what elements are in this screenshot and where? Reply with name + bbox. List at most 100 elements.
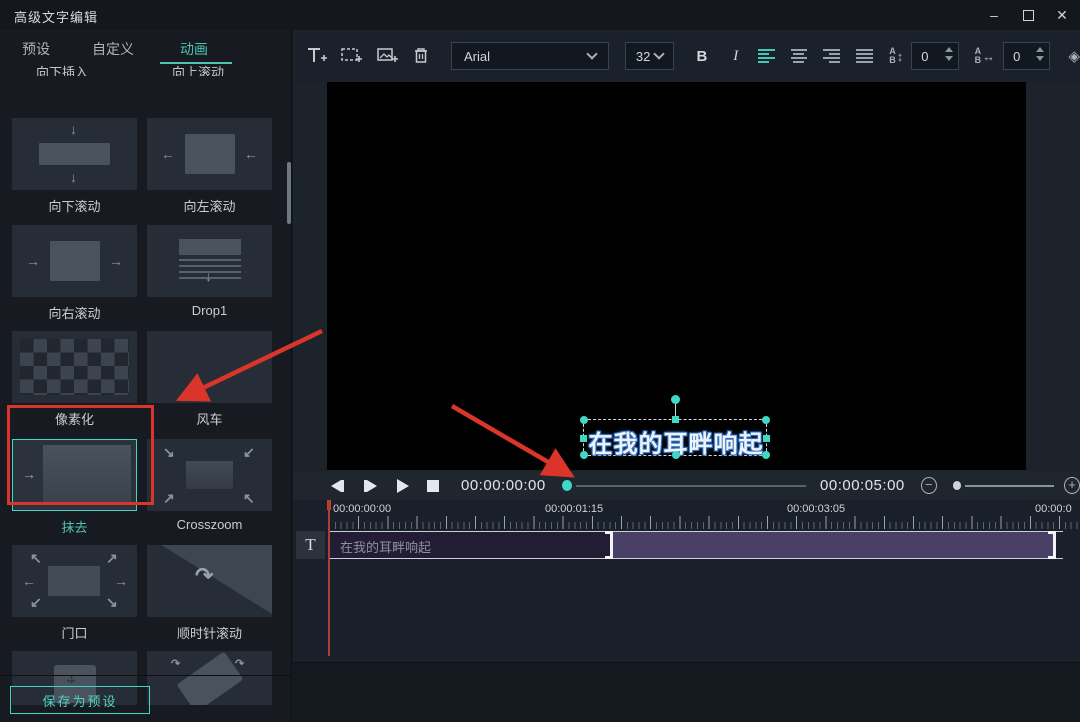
preset-doorway[interactable]: ↖ ↗ ← → ↙ ↘ 门口 — [12, 545, 137, 642]
preset-scroll-left[interactable]: ← ← 向左滚动 — [147, 118, 272, 215]
clip-trim-handle-mid[interactable] — [605, 531, 613, 559]
playhead-line[interactable] — [328, 500, 330, 656]
zoom-in-button[interactable]: + — [1064, 477, 1080, 494]
font-size-value: 32 — [636, 49, 650, 64]
preset-label: 顺时针滚动 — [147, 623, 272, 642]
tab-preset[interactable]: 预设 — [22, 39, 50, 59]
next-frame-button[interactable] — [364, 480, 377, 492]
wipe-arrow-icon: → — [12, 439, 137, 511]
tab-custom[interactable]: 自定义 — [92, 39, 134, 59]
timeline: 00:00:00:00 00:00:01:15 00:00:03:05 00:0… — [293, 500, 1080, 662]
ruler-label: 00:00:00:00 — [333, 503, 391, 515]
font-family-value: Arial — [464, 49, 490, 64]
text-clip[interactable]: 在我的耳畔响起 — [330, 531, 1063, 559]
panel-divider — [0, 675, 292, 676]
chevron-down-icon — [586, 48, 597, 59]
add-text-button[interactable] — [307, 47, 327, 65]
clip-trim-handle-end[interactable] — [1048, 531, 1056, 559]
italic-button[interactable]: I — [730, 48, 742, 65]
animation-preset-grid: ↓ ↓ 向下滚动 ← ← 向左滚动 → → — [0, 76, 286, 705]
main-area: Arial 32 B I AB ↕ 0 AB ↔ — [293, 30, 1080, 722]
letter-spacing-input[interactable]: 0 — [1003, 42, 1050, 70]
tab-animation[interactable]: 动画 — [180, 39, 208, 59]
playback-bar: 00:00:00:00 00:00:05:00 − + — [293, 471, 1080, 500]
previous-frame-button[interactable] — [331, 480, 344, 492]
arrow-right-icon: → — [109, 254, 123, 268]
rotate-handle[interactable] — [671, 395, 680, 404]
preset-drop1[interactable]: ↓ Drop1 — [147, 225, 272, 318]
arrow-down-icon: ↓ — [205, 269, 212, 283]
align-center-button[interactable] — [791, 49, 808, 63]
preset-crosszoom[interactable]: ↘ ↙ ↗ ↖ Crosszoom — [147, 439, 272, 532]
font-size-select[interactable]: 32 — [625, 42, 674, 70]
resize-handle-e[interactable] — [763, 435, 770, 442]
arrow-ne-icon: ↗ — [106, 551, 118, 565]
keyframe-diamond-icon[interactable]: ◈ — [1068, 47, 1080, 65]
timeline-ruler[interactable] — [329, 516, 1080, 529]
chevron-down-icon — [653, 48, 664, 59]
track-label: T — [305, 535, 315, 555]
arrow-vertical-icon: ↕ — [68, 671, 75, 685]
drop-lines-icon: ↓ — [147, 225, 272, 297]
spinner-arrows[interactable] — [945, 47, 953, 61]
preset-wipe-selected[interactable]: → 抹去 — [12, 439, 137, 536]
arrow-sw-icon: ↙ — [243, 445, 255, 459]
clip-label: 在我的耳畔响起 — [340, 537, 431, 556]
preset-rotate[interactable]: ↷ ↷ — [147, 651, 272, 705]
resize-handle-nw[interactable] — [580, 416, 588, 424]
arrow-left-icon: ← — [22, 574, 36, 588]
preset-label: Crosszoom — [147, 517, 272, 532]
preset-scroll-right[interactable]: → → 向右滚动 — [12, 225, 137, 322]
preset-label: 门口 — [12, 623, 137, 642]
timeline-zoom-thumb[interactable] — [953, 481, 961, 490]
doorway-icon: ↖ ↗ ← → ↙ ↘ — [12, 545, 137, 617]
progress-slider-thumb[interactable] — [562, 480, 572, 491]
align-left-button[interactable] — [758, 49, 775, 63]
text-selection-box[interactable]: 在我的耳畔响起 — [583, 419, 767, 456]
arrow-nw-icon: ↖ — [30, 551, 42, 565]
panel-scrollbar[interactable] — [287, 162, 291, 224]
resize-handle-w[interactable] — [580, 435, 587, 442]
resize-handle-s[interactable] — [672, 451, 680, 459]
align-justify-button[interactable] — [856, 49, 873, 63]
line-spacing-input[interactable]: 0 — [911, 42, 958, 70]
text-toolbar: Arial 32 B I AB ↕ 0 AB ↔ — [293, 30, 1080, 82]
font-family-select[interactable]: Arial — [451, 42, 609, 70]
clipped-label-left: 向下插入 — [36, 62, 88, 76]
arrow-down-icon: ↓ — [70, 170, 77, 184]
arrow-right-icon: → — [114, 574, 128, 588]
align-right-button[interactable] — [823, 49, 840, 63]
preset-clockwise-scroll[interactable]: ↷ 顺时针滚动 — [147, 545, 272, 642]
preset-scroll-down[interactable]: ↓ ↓ 向下滚动 — [12, 118, 137, 215]
text-track-header[interactable]: T — [296, 531, 325, 559]
save-as-preset-button[interactable]: 保存为预设 — [10, 686, 150, 714]
arrow-ne-icon: ↗ — [163, 491, 175, 505]
clip-animation-region: 在我的耳畔响起 — [330, 532, 612, 558]
video-canvas[interactable]: 在我的耳畔响起 — [327, 82, 1026, 470]
resize-handle-n[interactable] — [672, 416, 679, 423]
resize-handle-se[interactable] — [762, 451, 770, 459]
stop-button[interactable] — [427, 480, 439, 492]
ruler-label: 00:00:0 — [1035, 503, 1072, 515]
close-button[interactable]: ✕ — [1054, 7, 1070, 23]
delete-trash-button[interactable] — [413, 47, 429, 65]
play-button[interactable] — [397, 479, 409, 493]
bold-button[interactable]: B — [696, 48, 708, 65]
timeline-zoom-track[interactable] — [965, 485, 1054, 487]
arrow-right-icon: → — [22, 467, 36, 481]
resize-handle-ne[interactable] — [762, 416, 770, 424]
add-image-button[interactable] — [377, 47, 399, 65]
preset-pixelate[interactable]: 像素化 — [12, 331, 137, 428]
line-spacing-value: 0 — [921, 49, 928, 64]
resize-handle-sw[interactable] — [580, 451, 588, 459]
preset-pinwheel[interactable]: 风车 — [147, 331, 272, 428]
minimize-button[interactable]: – — [986, 7, 1002, 23]
progress-slider-track[interactable] — [576, 485, 806, 487]
spinner-arrows[interactable] — [1036, 47, 1044, 61]
zoom-out-button[interactable]: − — [921, 477, 937, 494]
preset-label: 向右滚动 — [12, 303, 137, 322]
arrow-right-icon: → — [26, 254, 40, 268]
maximize-button[interactable] — [1020, 7, 1036, 23]
add-textbox-button[interactable] — [341, 47, 363, 65]
clip-body — [612, 532, 1056, 558]
